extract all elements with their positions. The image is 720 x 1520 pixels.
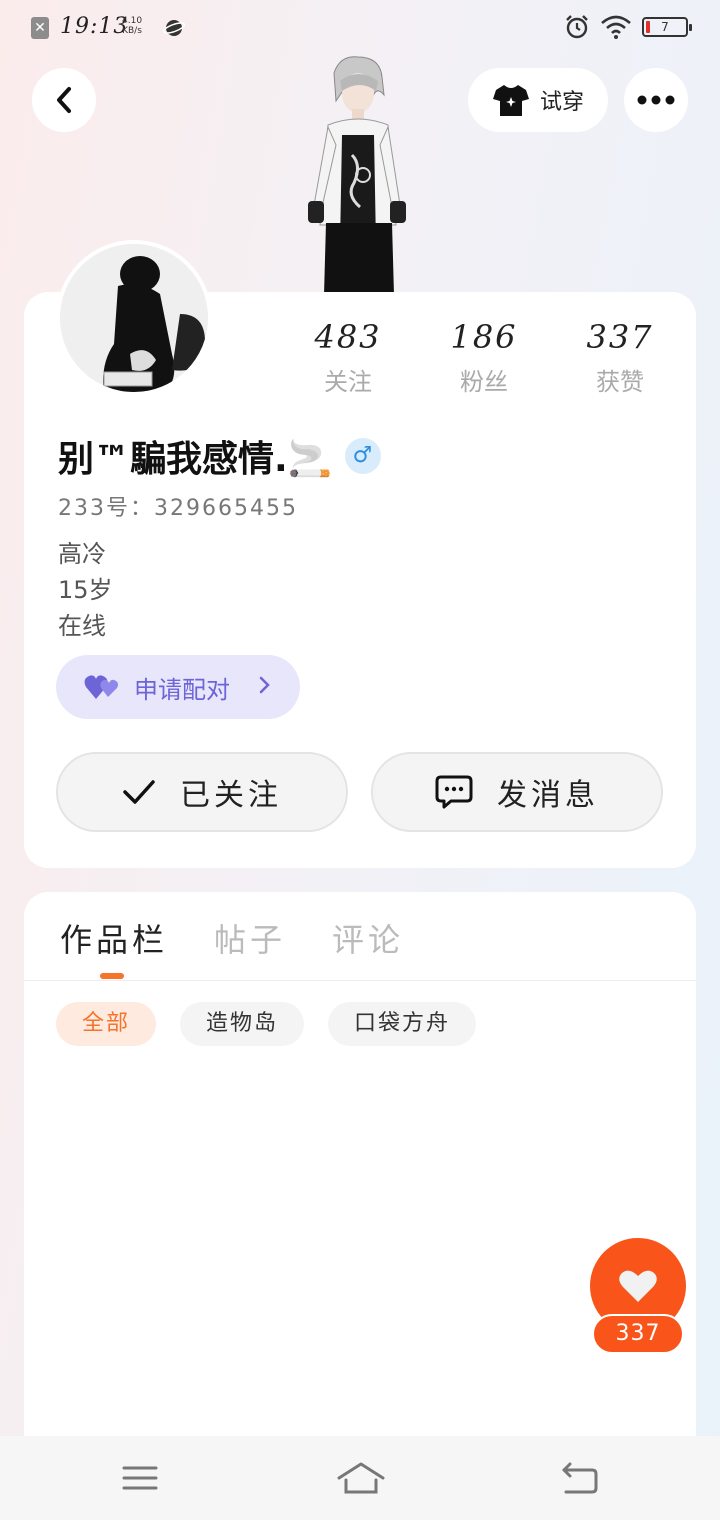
home-icon[interactable]	[336, 1458, 386, 1498]
stat-likes-label: 获赞	[596, 368, 644, 396]
back-nav-icon[interactable]	[560, 1458, 600, 1498]
works-card	[24, 892, 696, 1452]
back-button[interactable]	[32, 68, 96, 132]
stat-following-label: 关注	[324, 368, 372, 396]
chevron-right-icon	[258, 675, 270, 700]
profile-stats: 483 关注 186 粉丝 337 获赞	[280, 318, 700, 397]
name-row: 别™騙我感情.🚬 ♂	[58, 430, 381, 482]
notification-close-icon: ✕	[31, 17, 49, 39]
heart-icon	[619, 1270, 657, 1302]
tshirt-icon	[492, 85, 529, 116]
chevron-left-icon	[57, 87, 71, 113]
filter-chips: 全部 造物岛 口袋方舟	[56, 1002, 477, 1046]
stat-likes[interactable]: 337 获赞	[552, 318, 688, 397]
more-dots-icon	[637, 95, 675, 105]
check-icon	[123, 780, 155, 804]
followed-label: 已关注	[180, 778, 282, 813]
stat-fans-count: 186	[450, 318, 518, 356]
user-name: 别™騙我感情.🚬	[58, 439, 333, 480]
menu-icon[interactable]	[122, 1458, 158, 1498]
more-options-button[interactable]	[624, 68, 688, 132]
stat-following-count: 483	[314, 318, 382, 356]
double-heart-icon	[84, 675, 118, 699]
chip-creation-island[interactable]: 造物岛	[180, 1002, 305, 1046]
system-nav-bar	[0, 1436, 720, 1520]
chip-all[interactable]: 全部	[56, 1002, 157, 1046]
try-on-label: 试穿	[539, 90, 584, 115]
status-bar: ✕ 19:13 4.10 KB/s 7	[0, 0, 720, 56]
tab-comments[interactable]: 评论	[332, 915, 404, 961]
wifi-icon	[601, 15, 631, 39]
avatar-image	[60, 244, 208, 392]
tab-divider	[24, 980, 696, 981]
content-tabs: 作品栏 帖子 评论	[60, 915, 404, 961]
followed-button[interactable]: 已关注	[56, 752, 348, 832]
send-message-button[interactable]: 发消息	[371, 752, 663, 832]
try-on-button[interactable]: 试穿	[468, 68, 608, 132]
planet-icon	[163, 20, 185, 36]
male-gender-icon: ♂	[344, 438, 381, 474]
stat-fans-label: 粉丝	[460, 368, 508, 396]
chat-bubble-icon	[435, 775, 473, 809]
network-speed: 4.10 KB/s	[122, 16, 143, 36]
like-count: 337	[592, 1314, 684, 1354]
battery-indicator: 7	[642, 17, 692, 37]
bio-line: 在线	[58, 612, 106, 640]
alarm-icon	[566, 15, 588, 39]
status-time: 19:13	[60, 14, 129, 39]
bio-line: 15岁	[58, 576, 113, 604]
user-bio: 高冷 15岁 在线	[58, 536, 113, 644]
request-pair-label: 申请配对	[134, 675, 230, 704]
tab-posts[interactable]: 帖子	[214, 915, 286, 961]
chip-pocket-ark[interactable]: 口袋方舟	[328, 1002, 477, 1046]
user-id[interactable]: 233号：329665455	[58, 490, 298, 522]
stat-fans[interactable]: 186 粉丝	[416, 318, 552, 397]
profile-avatar[interactable]	[56, 240, 212, 396]
stat-following[interactable]: 483 关注	[280, 318, 416, 397]
active-tab-indicator	[100, 973, 124, 979]
tab-works[interactable]: 作品栏	[60, 915, 168, 961]
character-avatar-figure[interactable]	[300, 55, 412, 295]
request-pair-button[interactable]: 申请配对	[56, 655, 300, 719]
send-message-label: 发消息	[497, 778, 599, 813]
stat-likes-count: 337	[586, 318, 654, 356]
bio-line: 高冷	[58, 540, 106, 568]
